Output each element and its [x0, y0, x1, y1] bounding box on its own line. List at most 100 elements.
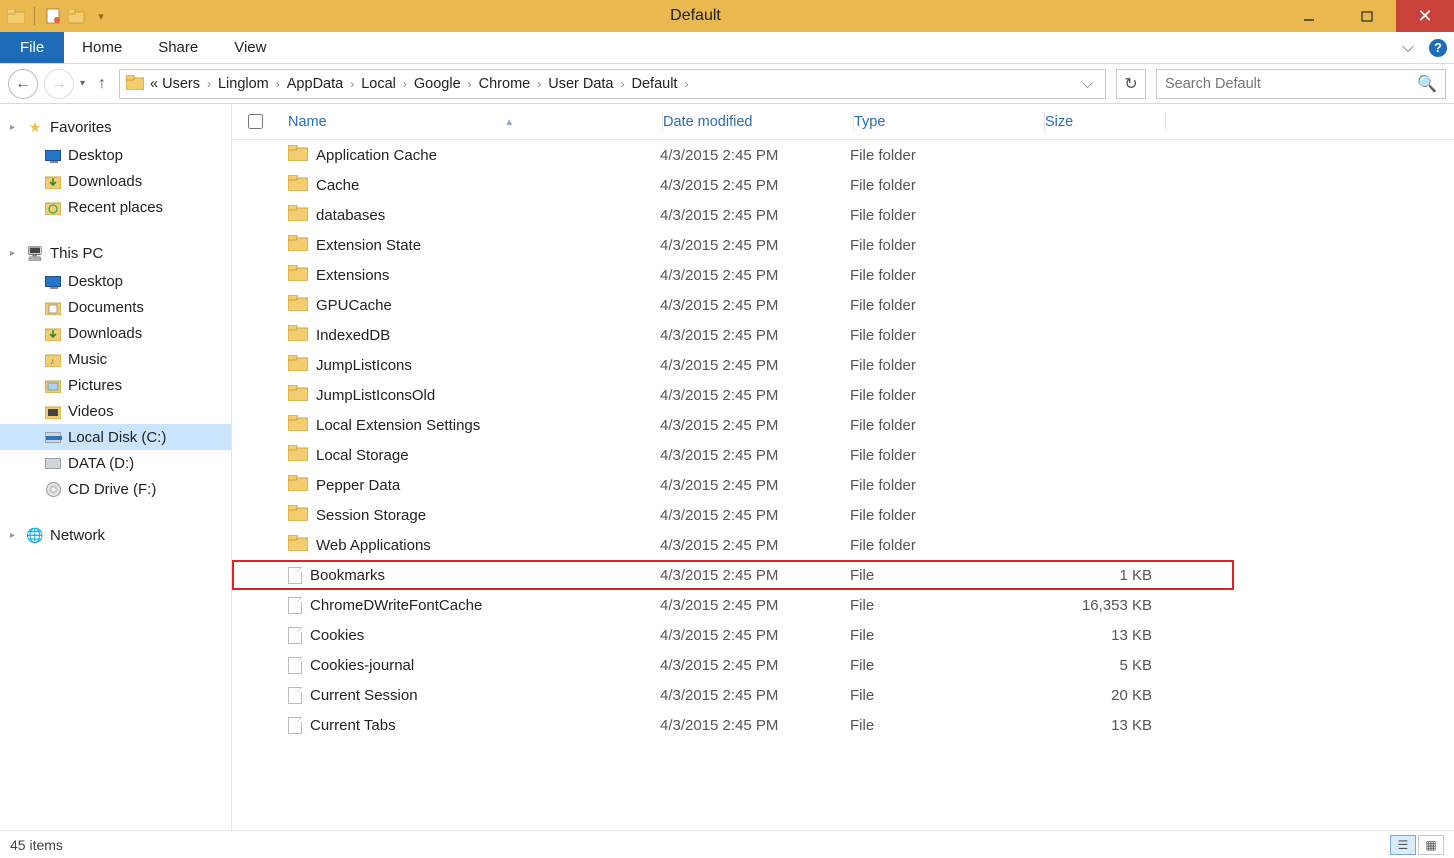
breadcrumb-item[interactable]: Default [630, 76, 680, 92]
column-size[interactable]: Size [1045, 114, 1165, 130]
search-box[interactable]: 🔍 [1156, 69, 1446, 99]
file-date: 4/3/2015 2:45 PM [660, 147, 850, 164]
folder-icon [288, 415, 308, 435]
sidebar-item[interactable]: Desktop [0, 142, 231, 168]
navigation-pane[interactable]: ▸ ★ Favorites Desktop Downloads Recent pla… [0, 104, 232, 830]
column-label: Size [1045, 114, 1073, 130]
file-type: File folder [850, 267, 1040, 284]
forward-button[interactable]: → [44, 69, 74, 99]
search-icon[interactable]: 🔍 [1417, 74, 1437, 94]
file-row[interactable]: Current Session 4/3/2015 2:45 PM File 20… [232, 680, 1454, 710]
column-date[interactable]: Date modified [663, 114, 853, 130]
file-name: Local Storage [316, 447, 409, 464]
back-button[interactable]: ← [8, 69, 38, 99]
folder-icon [288, 175, 308, 195]
new-folder-icon[interactable] [67, 6, 87, 26]
chevron-right-icon: › [345, 77, 359, 91]
sidebar-group-thispc[interactable]: ▸ 🖥 This PC [0, 238, 231, 268]
sidebar-item[interactable]: Downloads [0, 320, 231, 346]
music-icon: ♪ [44, 350, 62, 368]
file-row[interactable]: Extension State 4/3/2015 2:45 PM File fo… [232, 230, 1454, 260]
sidebar-item[interactable]: Documents [0, 294, 231, 320]
breadcrumb-item[interactable]: Local [359, 76, 398, 92]
sidebar-item[interactable]: Recent places [0, 194, 231, 220]
file-row[interactable]: Cookies-journal 4/3/2015 2:45 PM File 5 … [232, 650, 1454, 680]
file-row[interactable]: JumpListIconsOld 4/3/2015 2:45 PM File f… [232, 380, 1454, 410]
tab-share[interactable]: Share [140, 32, 216, 63]
file-row[interactable]: Pepper Data 4/3/2015 2:45 PM File folder [232, 470, 1454, 500]
search-input[interactable] [1165, 76, 1417, 92]
breadcrumb-item[interactable]: Chrome [477, 76, 533, 92]
qat-dropdown-icon[interactable]: ▾ [91, 6, 111, 26]
refresh-button[interactable]: ↻ [1116, 69, 1146, 99]
file-row[interactable]: Cache 4/3/2015 2:45 PM File folder [232, 170, 1454, 200]
column-type[interactable]: Type [854, 114, 1044, 130]
sidebar-item[interactable]: DATA (D:) [0, 450, 231, 476]
breadcrumb-item[interactable]: Google [412, 76, 463, 92]
drive-icon [44, 428, 62, 446]
item-count: 45 items [10, 837, 63, 853]
file-type: File [850, 657, 1040, 674]
folder-icon [288, 325, 308, 345]
properties-icon[interactable] [43, 6, 63, 26]
file-row[interactable]: Current Tabs 4/3/2015 2:45 PM File 13 KB [232, 710, 1454, 740]
file-row[interactable]: JumpListIcons 4/3/2015 2:45 PM File fold… [232, 350, 1454, 380]
column-name[interactable]: Name ▴ [288, 114, 662, 130]
sidebar-item[interactable]: Desktop [0, 268, 231, 294]
maximize-button[interactable] [1338, 0, 1396, 32]
help-button[interactable]: ? [1422, 39, 1454, 57]
address-bar[interactable]: « Users›Linglom›AppData›Local›Google›Chr… [119, 69, 1106, 99]
minimize-button[interactable] [1280, 0, 1338, 32]
sidebar-item[interactable]: Videos [0, 398, 231, 424]
pictures-icon [44, 376, 62, 394]
sidebar-item[interactable]: Local Disk (C:) [0, 424, 231, 450]
file-type: File folder [850, 477, 1040, 494]
file-row[interactable]: databases 4/3/2015 2:45 PM File folder [232, 200, 1454, 230]
file-row[interactable]: Web Applications 4/3/2015 2:45 PM File f… [232, 530, 1454, 560]
breadcrumb-overflow[interactable]: « [148, 76, 160, 92]
chevron-right-icon: › [679, 77, 693, 91]
file-date: 4/3/2015 2:45 PM [660, 717, 850, 734]
file-name: Current Session [310, 687, 418, 704]
file-type: File folder [850, 237, 1040, 254]
breadcrumb-item[interactable]: AppData [285, 76, 345, 92]
file-row[interactable]: Application Cache 4/3/2015 2:45 PM File … [232, 140, 1454, 170]
tab-view[interactable]: View [216, 32, 284, 63]
sidebar-item[interactable]: CD Drive (F:) [0, 476, 231, 502]
breadcrumb-item[interactable]: Linglom [216, 76, 271, 92]
view-thumbnails-button[interactable]: ▦ [1418, 835, 1444, 855]
sidebar-item[interactable]: Pictures [0, 372, 231, 398]
file-row[interactable]: ChromeDWriteFontCache 4/3/2015 2:45 PM F… [232, 590, 1454, 620]
file-row[interactable]: Bookmarks 4/3/2015 2:45 PM File 1 KB [232, 560, 1234, 590]
file-type: File folder [850, 387, 1040, 404]
sidebar-item[interactable]: Downloads [0, 168, 231, 194]
history-dropdown-icon[interactable]: ▾ [80, 78, 85, 89]
sidebar-item[interactable]: ♪Music [0, 346, 231, 372]
file-row[interactable]: Cookies 4/3/2015 2:45 PM File 13 KB [232, 620, 1454, 650]
file-row[interactable]: Local Extension Settings 4/3/2015 2:45 P… [232, 410, 1454, 440]
sidebar-label: Network [50, 527, 105, 544]
file-row[interactable]: Session Storage 4/3/2015 2:45 PM File fo… [232, 500, 1454, 530]
close-button[interactable]: ✕ [1396, 0, 1454, 32]
computer-icon: 🖥 [26, 244, 44, 262]
file-date: 4/3/2015 2:45 PM [660, 507, 850, 524]
view-details-button[interactable]: ☰ [1390, 835, 1416, 855]
file-row[interactable]: Local Storage 4/3/2015 2:45 PM File fold… [232, 440, 1454, 470]
sidebar-group-favorites[interactable]: ▸ ★ Favorites [0, 112, 231, 142]
breadcrumb-item[interactable]: User Data [546, 76, 615, 92]
svg-text:♪: ♪ [50, 356, 55, 366]
sidebar-group-network[interactable]: ▸ 🌐 Network [0, 520, 231, 550]
file-row[interactable]: Extensions 4/3/2015 2:45 PM File folder [232, 260, 1454, 290]
breadcrumb-item[interactable]: Users [160, 76, 202, 92]
up-button[interactable]: ↑ [91, 75, 113, 93]
tab-home[interactable]: Home [64, 32, 140, 63]
ribbon-expand-icon[interactable]: ⌵ [1394, 39, 1422, 57]
select-all-checkbox[interactable] [248, 114, 263, 129]
file-row[interactable]: GPUCache 4/3/2015 2:45 PM File folder [232, 290, 1454, 320]
file-tab[interactable]: File [0, 32, 64, 63]
address-dropdown-icon[interactable]: ⌵ [1076, 76, 1099, 92]
file-rows[interactable]: Application Cache 4/3/2015 2:45 PM File … [232, 140, 1454, 830]
file-name: Web Applications [316, 537, 431, 554]
file-row[interactable]: IndexedDB 4/3/2015 2:45 PM File folder [232, 320, 1454, 350]
sidebar-item-label: Downloads [68, 173, 142, 190]
